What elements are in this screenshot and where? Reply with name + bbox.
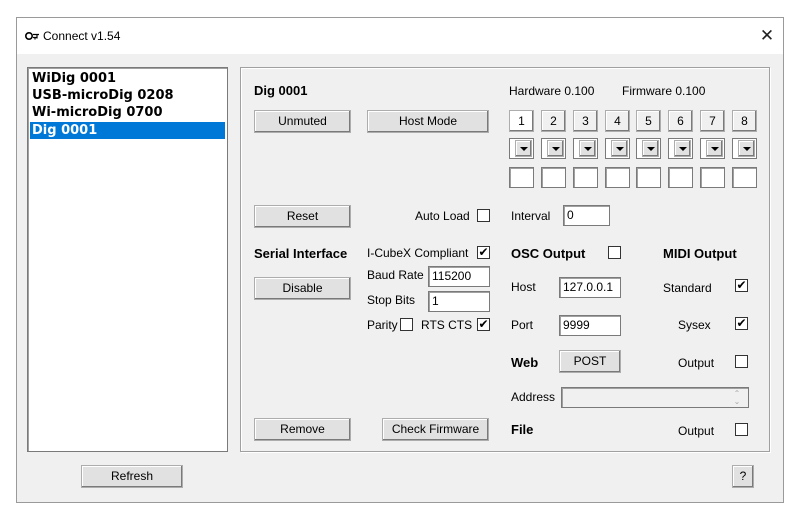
- file-output-label: Output: [678, 424, 715, 438]
- channel-4-dropdown[interactable]: [605, 138, 630, 159]
- interval-label: Interval: [511, 209, 551, 223]
- device-settings-panel: Dig 0001 Unmuted Host Mode Reset Auto Lo…: [240, 67, 770, 452]
- stop-bits-label: Stop Bits: [367, 293, 416, 307]
- osc-host-field[interactable]: 127.0.0.1: [559, 277, 621, 298]
- channel-3-button[interactable]: 3: [573, 110, 598, 132]
- rts-cts-label: RTS CTS: [421, 318, 473, 332]
- channel-8-value[interactable]: [732, 167, 757, 188]
- channel-4-value[interactable]: [605, 167, 630, 188]
- list-item-wi-microdig[interactable]: Wi-microDig 0700: [30, 104, 225, 121]
- channel-8-button[interactable]: 8: [732, 110, 757, 132]
- app-logo-icon: [25, 32, 39, 40]
- channel-5-dropdown[interactable]: [636, 138, 661, 159]
- serial-interface-heading: Serial Interface: [254, 246, 348, 261]
- midi-standard-checkbox[interactable]: ✔: [735, 279, 748, 292]
- channel-3-value[interactable]: [573, 167, 598, 188]
- web-address-label: Address: [511, 390, 556, 404]
- device-list[interactable]: WiDig 0001 USB-microDig 0208 Wi-microDig…: [27, 67, 228, 452]
- interval-field[interactable]: 0: [563, 205, 610, 226]
- baud-rate-field[interactable]: 115200: [428, 266, 490, 287]
- list-item-widig[interactable]: WiDig 0001: [30, 70, 225, 87]
- web-heading: Web: [511, 355, 539, 370]
- chevron-down-icon: [579, 140, 596, 157]
- web-output-checkbox[interactable]: [735, 355, 748, 368]
- channel-6-button[interactable]: 6: [668, 110, 693, 132]
- channel-1-dropdown[interactable]: [509, 138, 534, 159]
- midi-sysex-checkbox[interactable]: ✔: [735, 317, 748, 330]
- reset-button[interactable]: Reset: [254, 205, 351, 228]
- chevron-down-icon: [515, 140, 532, 157]
- window-title: Connect v1.54: [43, 29, 121, 43]
- rts-cts-checkbox[interactable]: ✔: [477, 318, 490, 331]
- chevron-down-icon: [611, 140, 628, 157]
- channel-2-dropdown[interactable]: [541, 138, 566, 159]
- osc-port-label: Port: [511, 318, 534, 332]
- channel-6-dropdown[interactable]: [668, 138, 693, 159]
- channel-4-button[interactable]: 4: [605, 110, 630, 132]
- icubex-compliant-checkbox[interactable]: ✔: [477, 246, 490, 259]
- midi-output-heading: MIDI Output: [663, 246, 737, 261]
- osc-output-heading: OSC Output: [511, 246, 586, 261]
- auto-load-label: Auto Load: [415, 209, 470, 223]
- host-mode-button[interactable]: Host Mode: [367, 110, 489, 133]
- parity-label: Parity: [367, 318, 398, 332]
- osc-host-label: Host: [511, 280, 536, 294]
- osc-output-checkbox[interactable]: [608, 246, 621, 259]
- check-firmware-button[interactable]: Check Firmware: [382, 418, 489, 441]
- parity-checkbox[interactable]: [400, 318, 413, 331]
- icubex-compliant-label: I-CubeX Compliant: [367, 246, 469, 260]
- refresh-button[interactable]: Refresh: [81, 465, 183, 488]
- stop-bits-field[interactable]: 1: [428, 291, 490, 312]
- channel-3-dropdown[interactable]: [573, 138, 598, 159]
- file-heading: File: [511, 422, 534, 437]
- device-name-heading: Dig 0001: [254, 83, 308, 98]
- channel-8-dropdown[interactable]: [732, 138, 757, 159]
- list-item-dig-selected[interactable]: Dig 0001: [30, 122, 225, 139]
- help-button[interactable]: ?: [732, 465, 754, 488]
- hardware-version: Hardware 0.100: [509, 84, 595, 98]
- web-address-field[interactable]: [561, 387, 749, 408]
- channel-6-value[interactable]: [668, 167, 693, 188]
- channel-7-button[interactable]: 7: [700, 110, 725, 132]
- chevron-down-icon: [738, 140, 755, 157]
- chevron-down-icon: [547, 140, 564, 157]
- chevron-down-icon: [706, 140, 723, 157]
- channel-5-button[interactable]: 5: [636, 110, 661, 132]
- file-output-checkbox[interactable]: [735, 423, 748, 436]
- channel-7-dropdown[interactable]: [700, 138, 725, 159]
- auto-load-checkbox[interactable]: [477, 209, 490, 222]
- list-item-usb-microdig[interactable]: USB-microDig 0208: [30, 87, 225, 104]
- post-button[interactable]: POST: [559, 350, 621, 373]
- channel-1-value[interactable]: [509, 167, 534, 188]
- title-bar: Connect v1.54 ✕: [17, 18, 783, 54]
- unmuted-button[interactable]: Unmuted: [254, 110, 351, 133]
- chevron-down-icon: [674, 140, 691, 157]
- chevron-down-icon: [642, 140, 659, 157]
- remove-button[interactable]: Remove: [254, 418, 351, 441]
- channel-7-value[interactable]: [700, 167, 725, 188]
- web-output-label: Output: [678, 356, 715, 370]
- channel-2-value[interactable]: [541, 167, 566, 188]
- channel-5-value[interactable]: [636, 167, 661, 188]
- close-icon[interactable]: ✕: [753, 23, 781, 49]
- midi-sysex-label: Sysex: [678, 318, 711, 332]
- firmware-version: Firmware 0.100: [622, 84, 706, 98]
- baud-rate-label: Baud Rate: [367, 268, 424, 282]
- channel-2-button[interactable]: 2: [541, 110, 566, 132]
- midi-standard-label: Standard: [663, 281, 712, 295]
- channel-1-button[interactable]: 1: [509, 110, 534, 132]
- disable-button[interactable]: Disable: [254, 277, 351, 300]
- osc-port-field[interactable]: 9999: [559, 315, 621, 336]
- connect-window: Connect v1.54 ✕ WiDig 0001 USB-microDig …: [16, 17, 784, 503]
- spin-arrows-icon[interactable]: ⌃ ⌄: [731, 390, 743, 406]
